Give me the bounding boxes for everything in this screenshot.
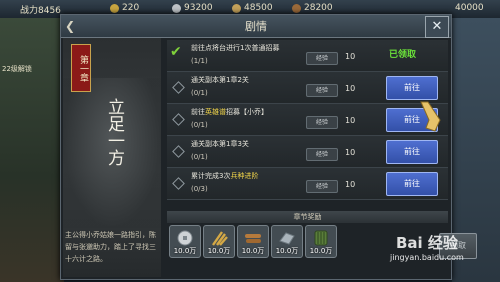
- quest-row: 通关副本第1章2关 (0/1) 经验 10 前往: [167, 72, 448, 104]
- chapter-title: 立足一方: [104, 98, 124, 166]
- exp-value: 10: [345, 180, 356, 189]
- wood-icon: [292, 4, 301, 13]
- exp-label: 经验: [306, 84, 338, 97]
- quest-name: 前往点将台进行1次普通招募: [191, 44, 280, 52]
- chapter-badge: 第一章: [71, 44, 91, 92]
- quest-row: ✔ 前往点将台进行1次普通招募 (1/1) 经验 10 已领取: [167, 40, 448, 72]
- checkmark-icon: ✔: [170, 44, 182, 60]
- quest-row: 通关副本第1章3关 (0/1) 经验 10 前往: [167, 136, 448, 168]
- chapter-panel: 第一章 立足一方 主公得小乔姑娘一路指引，陈留与张邈助力，踏上了寻找三十六计之路…: [63, 38, 161, 277]
- quest-row: 前往英雄谱招募【小乔】 (0/1) 经验 10 前往: [167, 104, 448, 136]
- quest-name-highlight: 兵种进阶: [230, 172, 259, 180]
- diamond-icon: [172, 145, 185, 158]
- resource-value: 220: [122, 3, 140, 13]
- bamboo-scroll-icon: [314, 230, 328, 246]
- gold-icon: [110, 4, 119, 13]
- exp-value: 10: [345, 52, 356, 61]
- exp-label: 经验: [306, 52, 338, 65]
- reward-item[interactable]: 10.0万: [203, 225, 235, 258]
- quest-name-prefix: 前往: [191, 108, 205, 116]
- pointer-hand-icon: [420, 101, 441, 132]
- exp-value: 10: [345, 148, 356, 157]
- grain-icon: [212, 231, 228, 246]
- quest-name: 通关副本第1章3关: [191, 140, 249, 148]
- quest-row: 累计完成3次兵种进阶 (0/3) 经验 10 前往: [167, 168, 448, 200]
- close-button[interactable]: ✕: [425, 16, 449, 38]
- quest-progress: (0/1): [191, 89, 208, 97]
- power-label: 战力8456: [20, 6, 61, 16]
- diamond-icon: [172, 113, 185, 126]
- unlock-hint: 22级解锁: [2, 65, 32, 73]
- exp-value: 10: [345, 116, 356, 125]
- reward-item[interactable]: 10.0万: [237, 225, 269, 258]
- exp-value: 10: [345, 84, 356, 93]
- quest-progress: (0/3): [191, 185, 208, 193]
- chapter-description: 主公得小乔姑娘一路指引，陈留与张邈助力，踏上了寻找三十六计之路。: [65, 231, 156, 263]
- quest-name-suffix: 招募【小乔】: [226, 108, 268, 116]
- resource-value: 93200: [184, 3, 213, 13]
- rewards-label: 章节奖励: [167, 211, 448, 223]
- quest-name-prefix: 累计完成3次: [191, 172, 231, 180]
- reward-item[interactable]: 10.0万: [169, 225, 201, 258]
- resource-value: 40000: [455, 3, 484, 13]
- dialog-title: 剧情: [245, 20, 267, 33]
- exp-label: 经验: [306, 148, 338, 161]
- quest-name: 通关副本第1章2关: [191, 76, 249, 84]
- go-button[interactable]: 前往: [386, 76, 438, 100]
- silver-coin-icon: [177, 230, 193, 246]
- go-button[interactable]: 前往: [386, 140, 438, 164]
- silver-icon: [172, 4, 181, 13]
- quest-progress: (1/1): [191, 57, 208, 65]
- go-button[interactable]: 前往: [386, 172, 438, 196]
- reward-item[interactable]: 10.0万: [305, 225, 337, 258]
- quest-name-highlight: 英雄谱: [205, 108, 226, 116]
- reward-item[interactable]: 10.0万: [271, 225, 303, 258]
- story-dialog: ❮ 剧情 ✕ 第一章 立足一方 主公得小乔姑娘一路指引，陈留与张邈助力，踏上了寻…: [60, 14, 477, 280]
- grain-icon: [232, 4, 241, 13]
- dialog-header: ❮ 剧情 ✕: [61, 15, 451, 38]
- left-side-panel: 22级解锁: [0, 18, 64, 282]
- reward-amount: 10.0万: [207, 247, 231, 255]
- diamond-icon: [172, 81, 185, 94]
- watermark-logo: Bai 经验: [396, 234, 458, 252]
- exp-label: 经验: [306, 116, 338, 129]
- reward-amount: 10.0万: [309, 247, 333, 255]
- resource-value: 28200: [304, 3, 333, 13]
- iron-icon: [279, 232, 295, 245]
- quest-progress: (0/1): [191, 121, 208, 129]
- quest-progress: (0/1): [191, 153, 208, 161]
- diamond-icon: [172, 177, 185, 190]
- quest-name: 前往英雄谱招募【小乔】: [191, 107, 268, 117]
- close-icon: ✕: [431, 19, 443, 34]
- reward-amount: 10.0万: [275, 247, 299, 255]
- resource-value: 48500: [244, 3, 273, 13]
- reward-amount: 10.0万: [241, 247, 265, 255]
- exp-label: 经验: [306, 180, 338, 193]
- received-status: 已领取: [389, 50, 417, 60]
- quest-name: 累计完成3次兵种进阶: [191, 171, 258, 181]
- watermark-url: jingyan.baidu.com: [390, 253, 464, 262]
- wood-icon: [245, 234, 261, 243]
- reward-amount: 10.0万: [173, 247, 197, 255]
